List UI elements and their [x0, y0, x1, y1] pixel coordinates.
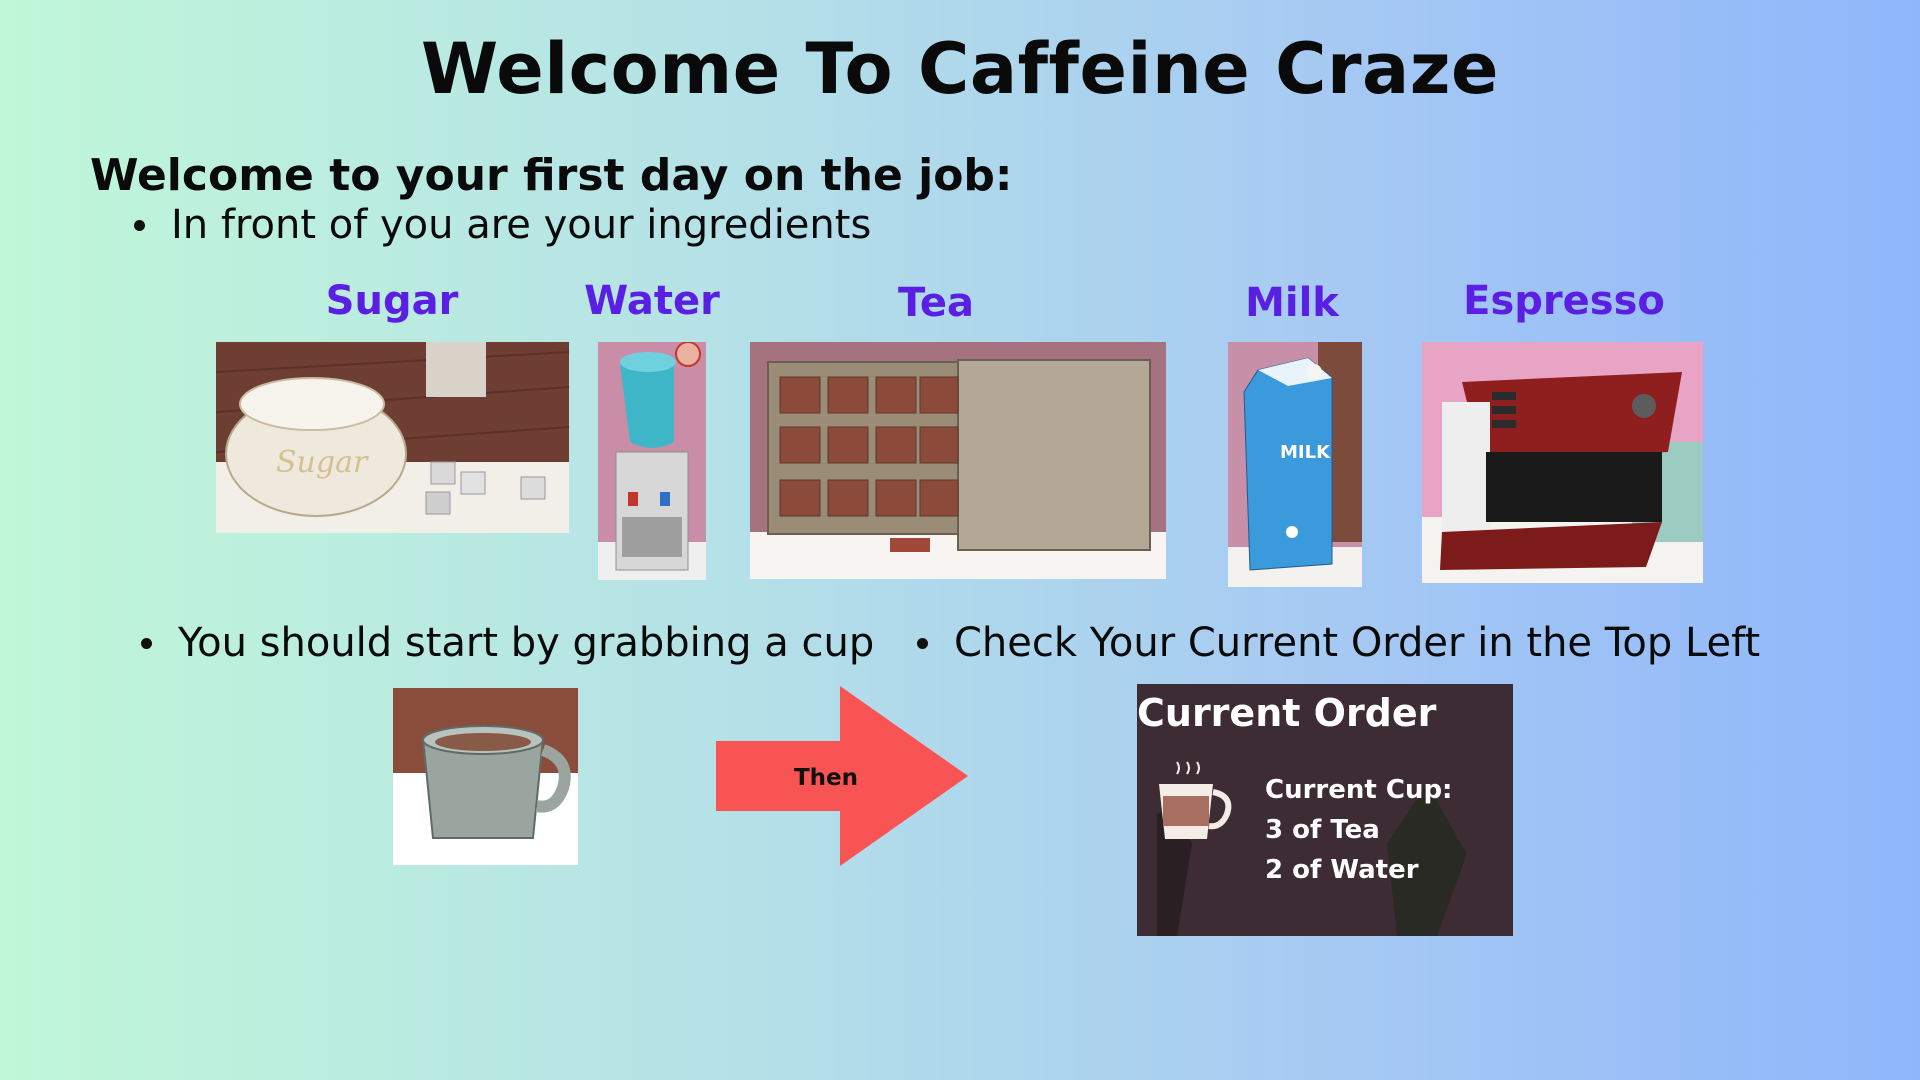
label-tea: Tea	[897, 280, 975, 326]
current-order-heading: Current Order	[1137, 691, 1437, 735]
bullet-cup-text: You should start by grabbing a cup	[178, 620, 875, 666]
bullet-ingredients: In front of you are your ingredients	[134, 202, 871, 248]
bullet-cup: You should start by grabbing a cup	[141, 620, 874, 666]
order-line-2: 2 of Water	[1265, 855, 1419, 885]
label-milk: Milk	[1245, 280, 1339, 326]
milk-carton-text: MILK	[1280, 442, 1331, 463]
cup-icon	[393, 688, 578, 865]
subtitle: Welcome to your first day on the job:	[90, 150, 1013, 201]
sugar-bowl-icon: Sugar	[216, 342, 569, 533]
current-cup-label: Current Cup:	[1265, 775, 1452, 805]
bullet-dot	[141, 637, 152, 649]
arrow-label: Then	[794, 765, 858, 791]
sugar-bowl-text: Sugar	[276, 445, 369, 480]
current-order-panel: Current Order Current Cup: 3 of Tea 2 of…	[1137, 684, 1513, 936]
water-cooler-icon	[598, 342, 706, 580]
espresso-machine-icon	[1422, 342, 1703, 583]
label-sugar: Sugar	[325, 278, 459, 324]
page-title: Welcome To Caffeine Craze	[421, 28, 1499, 110]
right-arrow-icon: Then	[716, 686, 968, 866]
then-arrow: Then	[716, 686, 968, 866]
bullet-ingredients-text: In front of you are your ingredients	[171, 202, 872, 248]
milk-carton-icon: MILK	[1228, 342, 1362, 587]
tea-box-icon	[750, 342, 1166, 579]
label-espresso: Espresso	[1463, 278, 1665, 324]
bullet-dot	[917, 637, 928, 649]
bullet-order-text: Check Your Current Order in the Top Left	[954, 620, 1761, 666]
order-line-1: 3 of Tea	[1265, 815, 1380, 845]
bullet-dot	[134, 219, 145, 231]
label-water: Water	[584, 278, 720, 324]
bullet-order: Check Your Current Order in the Top Left	[917, 620, 1760, 666]
